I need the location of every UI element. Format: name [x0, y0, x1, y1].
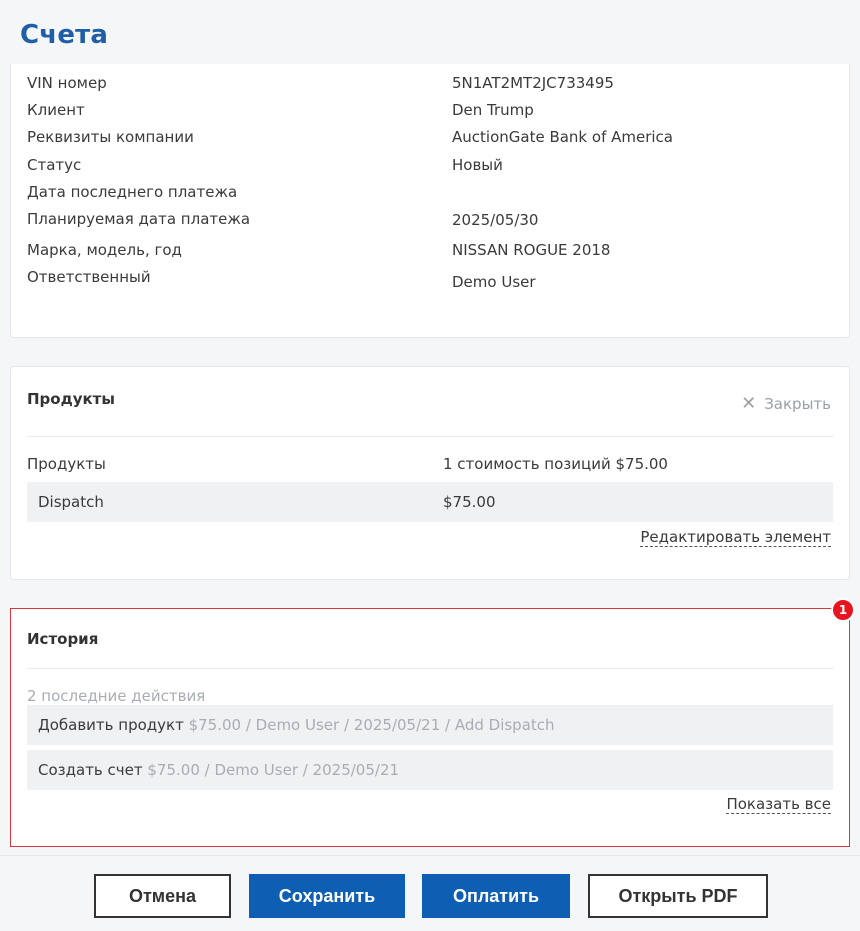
products-summary-label: Продукты [27, 455, 106, 473]
detail-label: Планируемая дата платежа [27, 210, 251, 228]
cancel-button[interactable]: Отмена [94, 874, 231, 918]
product-name: Dispatch [38, 493, 104, 511]
detail-label: VIN номер [27, 74, 107, 92]
product-price: $75.00 [443, 493, 496, 511]
footer-toolbar: Отмена Сохранить Оплатить Открыть PDF [0, 855, 860, 931]
history-card: История 2 последние действия Добавить пр… [10, 608, 850, 847]
products-summary-value: 1 стоимость позиций $75.00 [443, 455, 668, 473]
history-count: 2 последние действия [27, 687, 206, 705]
detail-value: 5N1AT2MT2JC733495 [452, 74, 614, 92]
products-title: Продукты [27, 390, 115, 408]
history-meta: $75.00 / Demo User / 2025/05/21 [142, 761, 400, 779]
history-meta: $75.00 / Demo User / 2025/05/21 / Add Di… [183, 716, 555, 734]
page-title: Счета [20, 20, 109, 50]
product-item-row[interactable]: Dispatch $75.00 [27, 482, 833, 522]
edit-item-link[interactable]: Редактировать элемент [640, 528, 831, 547]
annotation-badge: 1 [831, 598, 855, 622]
products-card: Продукты ✕ Закрыть Продукты 1 стоимость … [10, 366, 850, 580]
detail-value: Новый [452, 156, 503, 174]
detail-label: Дата последнего платежа [27, 183, 238, 201]
detail-value: Den Trump [452, 101, 534, 119]
history-item: Добавить продукт $75.00 / Demo User / 20… [27, 705, 833, 745]
open-pdf-button[interactable]: Открыть PDF [588, 874, 768, 918]
detail-value: Demo User [452, 273, 536, 291]
save-button[interactable]: Сохранить [249, 874, 405, 918]
divider [27, 436, 833, 437]
detail-value: 2025/05/30 [452, 211, 539, 229]
history-title: История [27, 630, 99, 648]
detail-value: NISSAN ROGUE 2018 [452, 241, 611, 259]
detail-label: Клиент [27, 101, 85, 119]
detail-label: Марка, модель, год [27, 241, 182, 259]
history-item: Создать счет $75.00 / Demo User / 2025/0… [27, 750, 833, 790]
divider [27, 668, 833, 669]
history-action: Создать счет [38, 761, 143, 779]
invoice-details-card: VIN номер 5N1AT2MT2JC733495 Клиент Den T… [10, 64, 850, 338]
detail-label: Статус [27, 156, 82, 174]
close-label: Закрыть [764, 395, 831, 413]
close-products-button[interactable]: ✕ Закрыть [741, 393, 831, 414]
show-all-link[interactable]: Показать все [726, 795, 831, 814]
history-action: Добавить продукт [38, 716, 184, 734]
detail-value: AuctionGate Bank of America [452, 128, 673, 146]
detail-label: Реквизиты компании [27, 128, 194, 146]
pay-button[interactable]: Оплатить [422, 874, 570, 918]
close-icon: ✕ [741, 393, 757, 414]
detail-label: Ответственный [27, 268, 151, 286]
